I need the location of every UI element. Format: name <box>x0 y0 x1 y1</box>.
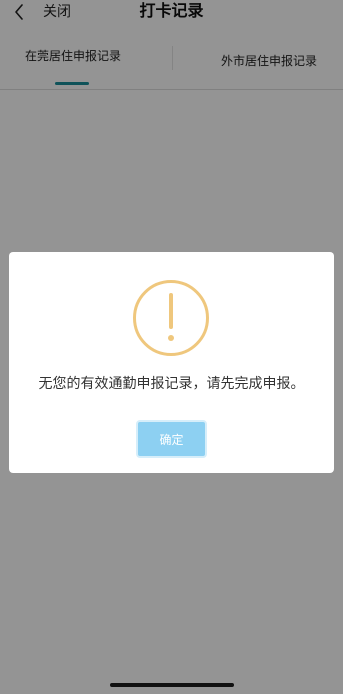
confirm-button[interactable]: 确定 <box>136 420 207 458</box>
home-indicator[interactable] <box>110 683 234 687</box>
exclamation-circle-icon <box>132 279 210 357</box>
screen: 关闭 打卡记录 在莞居住申报记录 外市居住申报记录 无您的有效通勤申报记录，请先… <box>0 0 343 694</box>
dialog-message: 无您的有效通勤申报记录，请先完成申报。 <box>38 376 305 392</box>
alert-dialog: 无您的有效通勤申报记录，请先完成申报。 确定 <box>9 252 334 473</box>
